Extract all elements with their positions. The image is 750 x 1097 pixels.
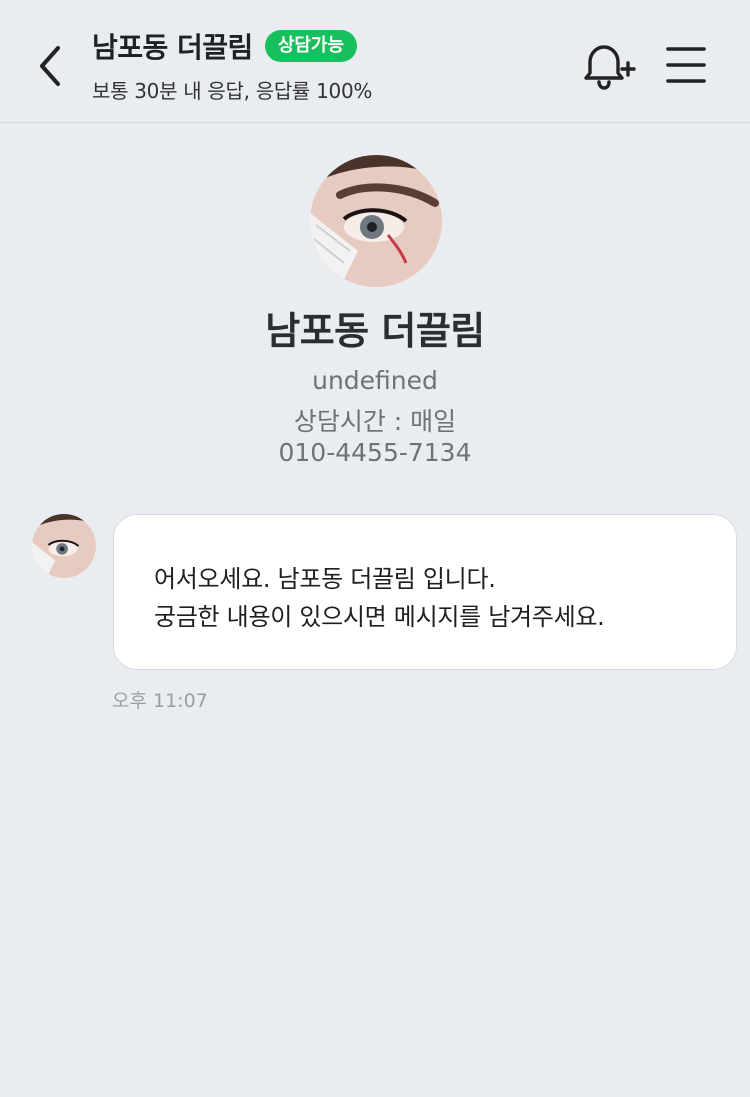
message-timestamp: 오후 11:07 [112,690,208,712]
menu-button[interactable] [664,44,708,86]
hamburger-menu-icon [666,47,706,83]
consultation-hours: 상담시간 : 매일 [293,407,457,436]
notification-button[interactable] [578,40,636,94]
chat-header: 남포동 더끌림 상담가능 보통 30분 내 응답, 응답률 100% [0,0,750,123]
profile-name: 남포동 더끌림 [265,309,485,353]
chat-title: 남포동 더끌림 [92,31,253,64]
message-avatar[interactable] [32,514,96,578]
profile-avatar[interactable] [310,155,442,287]
phone-number[interactable]: 010-4455-7134 [0,438,750,467]
chevron-left-icon [40,46,60,86]
avatar-image [310,155,442,287]
back-button[interactable] [30,40,74,92]
title-row: 남포동 더끌림 상담가능 [92,26,358,66]
message-line: 어서오세요. 남포동 더끌림 입니다. [154,565,496,593]
message-bubble[interactable]: 어서오세요. 남포동 더끌림 입니다. 궁금한 내용이 있으시면 메시지를 남겨… [113,514,737,670]
message-line: 궁금한 내용이 있으시면 메시지를 남겨주세요. [154,603,605,631]
bell-plus-icon [584,45,636,90]
response-info: 보통 30분 내 응답, 응답률 100% [92,79,373,103]
profile-description: undefined [312,366,438,395]
avatar-image [32,514,96,578]
status-badge: 상담가능 [264,30,358,62]
